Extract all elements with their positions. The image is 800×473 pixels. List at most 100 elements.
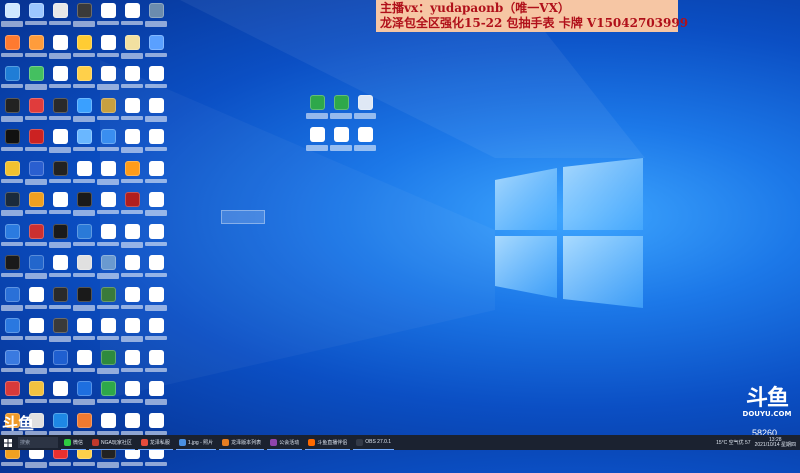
- start-button[interactable]: [0, 435, 16, 450]
- desktop-shortcut[interactable]: [120, 0, 144, 32]
- desktop-shortcut[interactable]: [24, 315, 48, 347]
- desktop-shortcut[interactable]: [72, 252, 96, 284]
- desktop-shortcut[interactable]: [0, 221, 24, 253]
- desktop-shortcut[interactable]: [0, 347, 24, 379]
- desktop-shortcut[interactable]: [0, 378, 24, 410]
- desktop-shortcut[interactable]: [0, 126, 24, 158]
- desktop-shortcut[interactable]: [353, 124, 377, 156]
- desktop-shortcut[interactable]: [24, 0, 48, 32]
- desktop-shortcut[interactable]: [120, 63, 144, 95]
- desktop-shortcut[interactable]: [72, 315, 96, 347]
- desktop-shortcut[interactable]: [48, 252, 72, 284]
- desktop-shortcut[interactable]: [48, 0, 72, 32]
- desktop-shortcut[interactable]: [48, 315, 72, 347]
- desktop-shortcut[interactable]: [72, 95, 96, 127]
- desktop-shortcut[interactable]: [0, 158, 24, 190]
- desktop-shortcut[interactable]: [305, 92, 329, 124]
- desktop-shortcut[interactable]: [72, 32, 96, 64]
- desktop-shortcut[interactable]: [24, 189, 48, 221]
- desktop-shortcut[interactable]: [0, 252, 24, 284]
- taskbar-search-input[interactable]: 搜索: [18, 437, 58, 448]
- desktop-shortcut[interactable]: [48, 95, 72, 127]
- desktop-shortcut[interactable]: [24, 378, 48, 410]
- desktop-shortcut[interactable]: [120, 189, 144, 221]
- clock[interactable]: 13:28 2021/10/14 星期四: [755, 437, 796, 448]
- desktop-shortcut[interactable]: [24, 32, 48, 64]
- desktop-shortcut[interactable]: [48, 347, 72, 379]
- desktop-shortcut[interactable]: [96, 315, 120, 347]
- desktop-shortcut[interactable]: [96, 126, 120, 158]
- desktop-shortcut[interactable]: [24, 63, 48, 95]
- desktop-shortcut[interactable]: [72, 126, 96, 158]
- taskbar-app-button[interactable]: 龙泽版本列表: [219, 436, 265, 450]
- taskbar-app-button[interactable]: 1.jpg - 照片: [175, 436, 217, 450]
- desktop-shortcut[interactable]: [48, 221, 72, 253]
- taskbar-app-button[interactable]: OBS 27.0.1: [353, 436, 395, 450]
- desktop-shortcut[interactable]: [120, 315, 144, 347]
- desktop-shortcut[interactable]: [329, 92, 353, 124]
- desktop-shortcut[interactable]: [96, 32, 120, 64]
- desktop-shortcut[interactable]: [48, 284, 72, 316]
- desktop-shortcut[interactable]: [144, 252, 168, 284]
- desktop-shortcut[interactable]: [72, 0, 96, 32]
- desktop-shortcut[interactable]: [96, 347, 120, 379]
- desktop-shortcut[interactable]: [144, 189, 168, 221]
- desktop-shortcut[interactable]: [0, 0, 24, 32]
- desktop-shortcut[interactable]: [144, 315, 168, 347]
- desktop-shortcut[interactable]: [144, 0, 168, 32]
- desktop-shortcut[interactable]: [144, 378, 168, 410]
- desktop-shortcut[interactable]: [96, 284, 120, 316]
- desktop-shortcut[interactable]: [72, 347, 96, 379]
- desktop-shortcut[interactable]: [120, 158, 144, 190]
- desktop-shortcut[interactable]: [96, 0, 120, 32]
- desktop-shortcut[interactable]: [48, 63, 72, 95]
- desktop-shortcut[interactable]: [120, 284, 144, 316]
- desktop-shortcut[interactable]: [96, 158, 120, 190]
- desktop-shortcut[interactable]: [72, 189, 96, 221]
- desktop-shortcut[interactable]: [96, 252, 120, 284]
- weather-widget[interactable]: 15°C 空气优 57: [716, 439, 751, 446]
- desktop-shortcut[interactable]: [72, 284, 96, 316]
- desktop-shortcut[interactable]: [72, 378, 96, 410]
- taskbar-app-button[interactable]: 微信: [61, 436, 87, 450]
- desktop-shortcut[interactable]: [96, 189, 120, 221]
- desktop-shortcut[interactable]: [144, 284, 168, 316]
- desktop-shortcut[interactable]: [144, 221, 168, 253]
- desktop-shortcut[interactable]: [305, 124, 329, 156]
- taskbar-app-button[interactable]: 公会活动: [267, 436, 303, 450]
- desktop-shortcut[interactable]: [144, 126, 168, 158]
- desktop-shortcut[interactable]: [96, 221, 120, 253]
- desktop-shortcut[interactable]: [144, 63, 168, 95]
- desktop-shortcut[interactable]: [329, 124, 353, 156]
- taskbar-app-button[interactable]: 斗鱼直播伴侣: [305, 436, 351, 450]
- desktop-shortcut[interactable]: [353, 92, 377, 124]
- desktop-shortcut[interactable]: [0, 315, 24, 347]
- desktop-shortcut[interactable]: [0, 32, 24, 64]
- desktop-shortcut[interactable]: [24, 347, 48, 379]
- desktop-shortcut[interactable]: [0, 95, 24, 127]
- desktop-shortcut[interactable]: [96, 95, 120, 127]
- desktop-shortcut[interactable]: [24, 284, 48, 316]
- desktop-shortcut[interactable]: [72, 221, 96, 253]
- desktop-shortcut[interactable]: [24, 126, 48, 158]
- desktop-shortcut[interactable]: [0, 189, 24, 221]
- desktop-shortcut[interactable]: [0, 63, 24, 95]
- desktop-shortcut[interactable]: [144, 158, 168, 190]
- taskbar-app-button[interactable]: NGA玩家社区: [89, 436, 135, 450]
- desktop-shortcut[interactable]: [24, 252, 48, 284]
- desktop-shortcut[interactable]: [48, 189, 72, 221]
- desktop-shortcut[interactable]: [48, 158, 72, 190]
- taskbar-app-button[interactable]: 龙泽私服: [137, 436, 173, 450]
- desktop-shortcut[interactable]: [120, 95, 144, 127]
- desktop-shortcut[interactable]: [96, 378, 120, 410]
- desktop-shortcut[interactable]: [72, 63, 96, 95]
- desktop-shortcut[interactable]: [144, 95, 168, 127]
- desktop-shortcut[interactable]: [48, 126, 72, 158]
- desktop-shortcut[interactable]: [144, 32, 168, 64]
- desktop-shortcut[interactable]: [120, 126, 144, 158]
- desktop-shortcut[interactable]: [120, 32, 144, 64]
- desktop-shortcut[interactable]: [24, 158, 48, 190]
- desktop-shortcut[interactable]: [48, 32, 72, 64]
- desktop-shortcut[interactable]: [144, 347, 168, 379]
- desktop-shortcut[interactable]: [72, 158, 96, 190]
